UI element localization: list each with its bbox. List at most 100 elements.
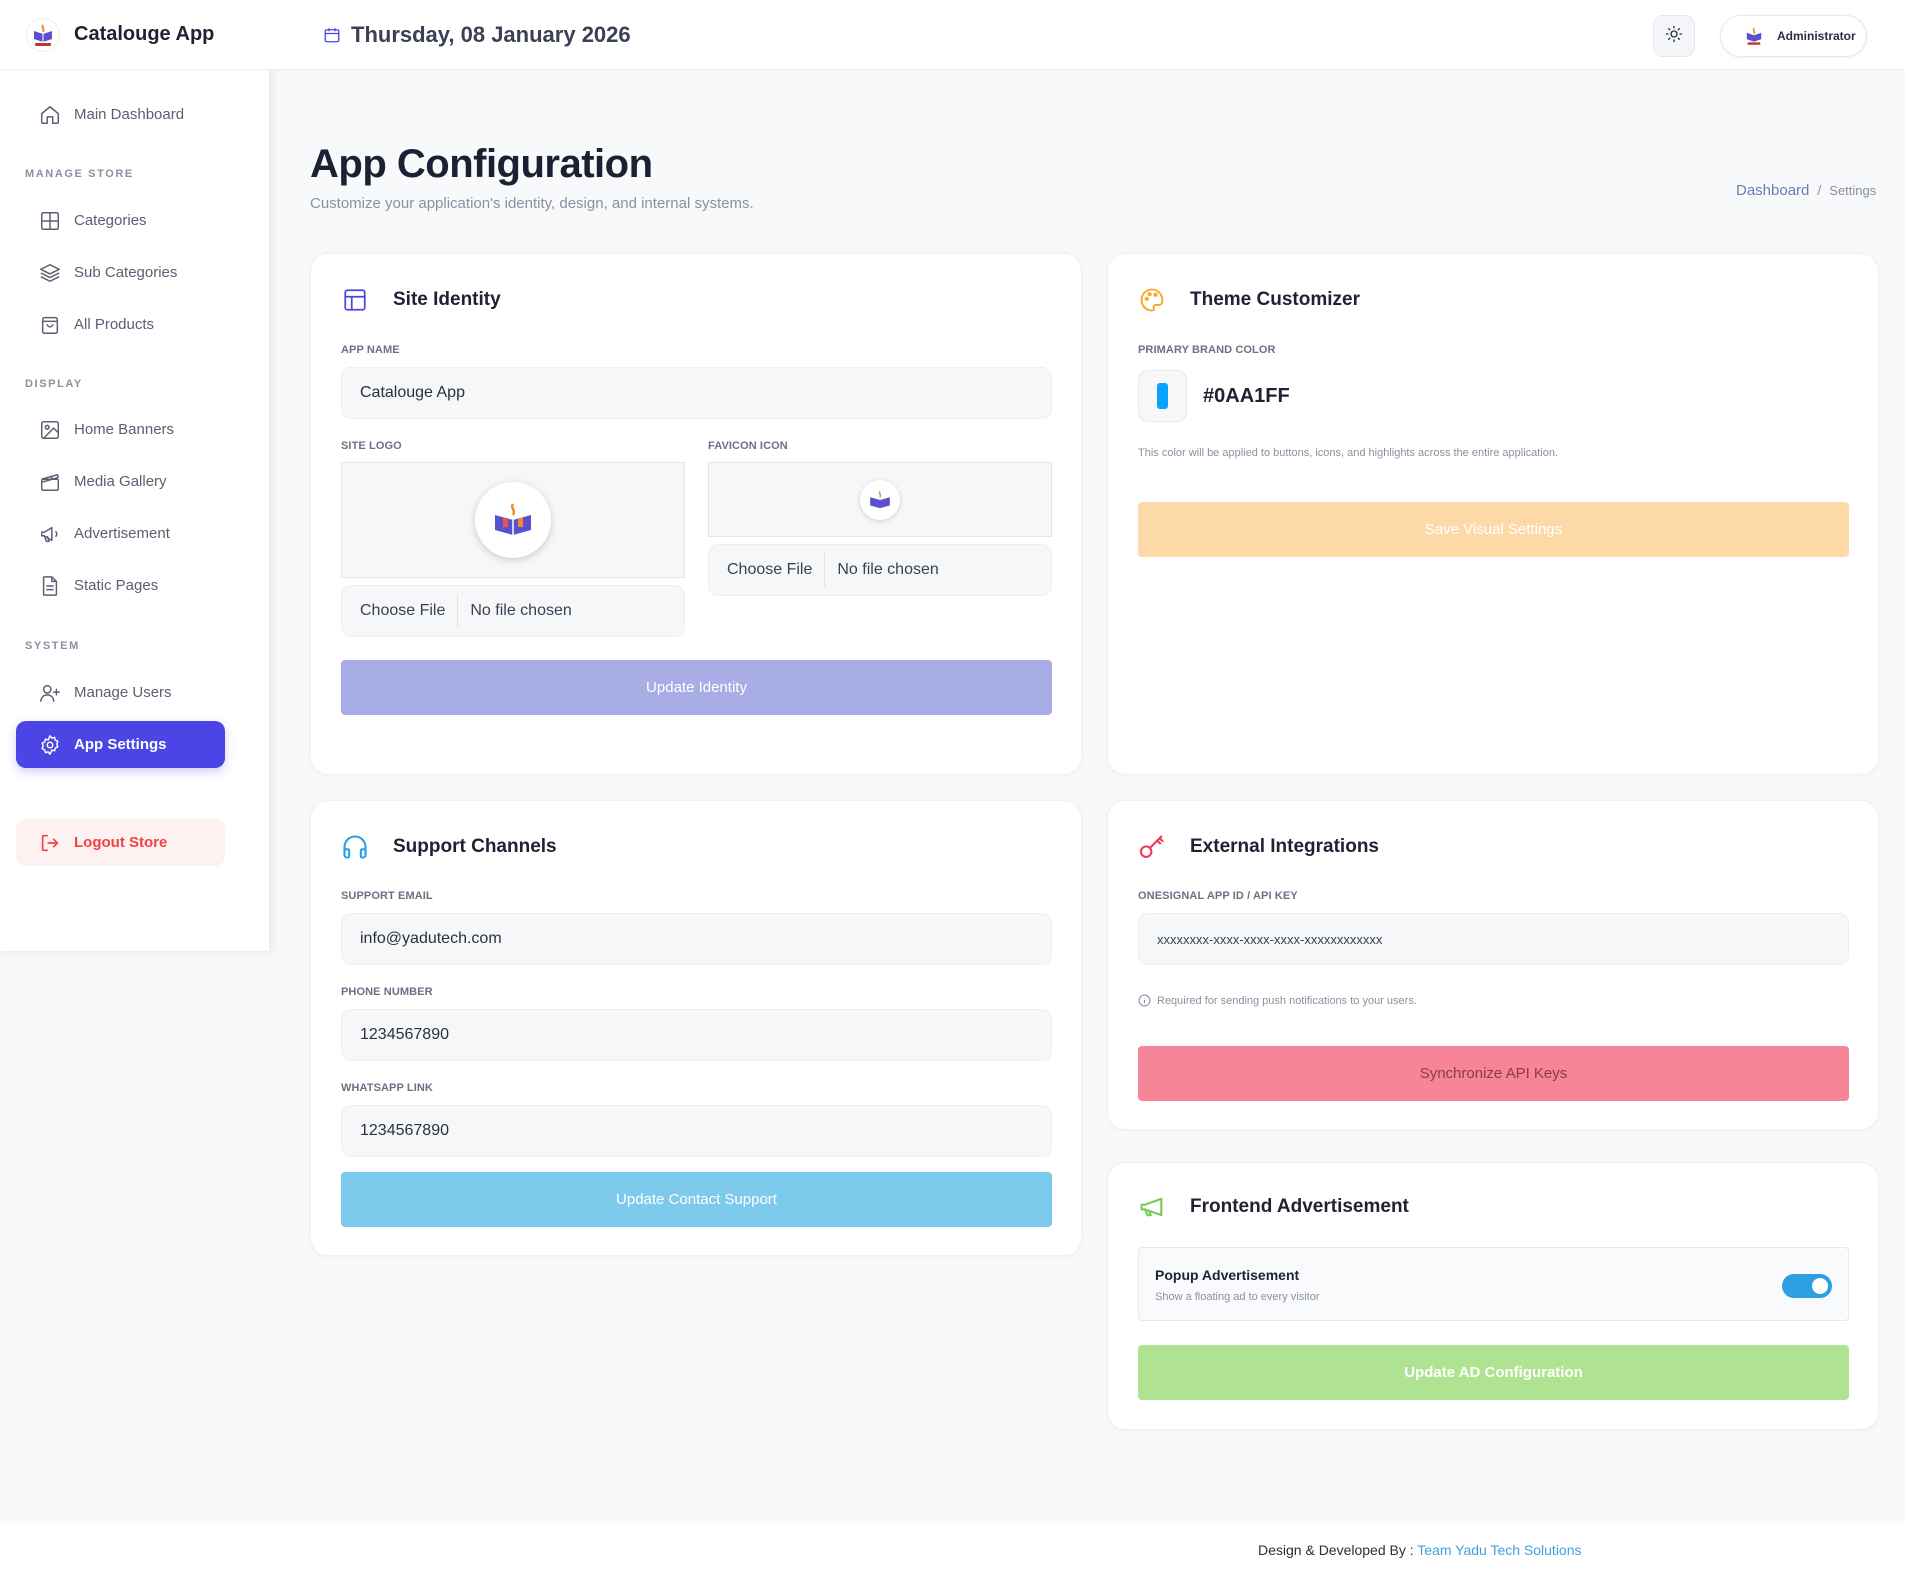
brand-name: Catalouge App [74, 23, 215, 45]
sidebar-item-label: Manage Users [74, 684, 172, 701]
card-header: Site Identity [341, 286, 501, 314]
save-visual-settings-button[interactable]: Save Visual Settings [1138, 502, 1849, 557]
favicon-file-input[interactable]: Choose File No file chosen [708, 544, 1052, 596]
card-header: Support Channels [341, 833, 557, 861]
calendar-icon [323, 26, 341, 44]
color-hex-value: #0AA1FF [1203, 385, 1290, 407]
color-picker[interactable] [1138, 370, 1187, 422]
sidebar: Catalouge App Main Dashboard MANAGE STOR… [0, 0, 269, 951]
sidebar-item-label: Home Banners [74, 421, 175, 438]
sidebar-item-home-banners[interactable]: Home Banners [16, 406, 225, 453]
card-title: External Integrations [1190, 836, 1379, 857]
site-logo-image [475, 482, 551, 558]
popup-advertisement-row: Popup Advertisement Show a floating ad t… [1138, 1247, 1849, 1321]
theme-customizer-card: Theme Customizer PRIMARY BRAND COLOR #0A… [1107, 253, 1879, 775]
page-subtitle: Customize your application's identity, d… [310, 195, 754, 212]
breadcrumb: Dashboard / Settings [1736, 182, 1876, 199]
update-contact-support-button[interactable]: Update Contact Support [341, 1172, 1052, 1227]
breadcrumb-separator: / [1817, 182, 1822, 198]
onesignal-key-input[interactable]: xxxxxxxx-xxxx-xxxx-xxxx-xxxxxxxxxxxx [1138, 913, 1849, 965]
synchronize-api-keys-button[interactable]: Synchronize API Keys [1138, 1046, 1849, 1101]
phone-number-label: PHONE NUMBER [341, 986, 433, 998]
document-icon [38, 574, 62, 598]
card-title: Site Identity [393, 289, 501, 310]
sidebar-item-main-dashboard[interactable]: Main Dashboard [16, 91, 225, 138]
sidebar-item-categories[interactable]: Categories [16, 197, 225, 244]
file-status: No file chosen [470, 602, 572, 619]
page-title: App Configuration [310, 142, 653, 186]
brand-color-label: PRIMARY BRAND COLOR [1138, 344, 1276, 356]
layers-icon [38, 261, 62, 285]
gear-icon [38, 733, 62, 757]
sidebar-item-label: Categories [74, 212, 147, 229]
phone-number-input[interactable]: 1234567890 [341, 1009, 1052, 1061]
support-email-input[interactable]: info@yadutech.com [341, 913, 1052, 965]
sidebar-item-app-settings[interactable]: App Settings [16, 721, 225, 768]
sun-icon [1665, 25, 1683, 48]
support-channels-card: Support Channels SUPPORT EMAIL info@yadu… [310, 800, 1082, 1256]
sidebar-item-label: Main Dashboard [74, 106, 185, 123]
section-system: SYSTEM [25, 640, 80, 652]
favicon-label: FAVICON ICON [708, 440, 788, 452]
user-menu[interactable]: Administrator [1720, 15, 1867, 57]
footer-link[interactable]: Team Yadu Tech Solutions [1417, 1542, 1581, 1558]
sidebar-item-sub-categories[interactable]: Sub Categories [16, 249, 225, 296]
current-date: Thursday, 08 January 2026 [323, 22, 631, 48]
card-title: Frontend Advertisement [1190, 1196, 1409, 1217]
card-header: External Integrations [1138, 833, 1379, 861]
integration-note: Required for sending push notifications … [1138, 994, 1417, 1007]
site-logo-file-input[interactable]: Choose File No file chosen [341, 585, 685, 637]
sidebar-item-manage-users[interactable]: Manage Users [16, 669, 225, 716]
card-title: Support Channels [393, 836, 557, 857]
footer: Design & Developed By : Team Yadu Tech S… [0, 1524, 1905, 1578]
sidebar-item-label: Sub Categories [74, 264, 178, 281]
whatsapp-link-input[interactable]: 1234567890 [341, 1105, 1052, 1157]
color-swatch [1157, 383, 1168, 409]
logout-icon [38, 831, 62, 855]
file-status: No file chosen [837, 561, 939, 578]
key-icon [1138, 833, 1166, 861]
update-ad-configuration-button[interactable]: Update AD Configuration [1138, 1345, 1849, 1400]
info-icon [1138, 994, 1151, 1007]
sidebar-item-media-gallery[interactable]: Media Gallery [16, 458, 225, 505]
sidebar-item-static-pages[interactable]: Static Pages [16, 562, 225, 609]
footer-credit: Design & Developed By : Team Yadu Tech S… [1258, 1542, 1582, 1558]
card-title: Theme Customizer [1190, 289, 1360, 310]
popup-advertisement-title: Popup Advertisement [1155, 1267, 1300, 1283]
card-header: Frontend Advertisement [1138, 1193, 1409, 1221]
sidebar-item-advertisement[interactable]: Advertisement [16, 510, 225, 557]
logout-button[interactable]: Logout Store [16, 819, 225, 866]
card-header: Theme Customizer [1138, 286, 1360, 314]
breadcrumb-dashboard[interactable]: Dashboard [1736, 182, 1809, 199]
clapperboard-icon [38, 470, 62, 494]
favicon-image [860, 479, 900, 520]
megaphone-icon [1138, 1193, 1166, 1221]
favicon-preview [708, 462, 1052, 537]
theme-toggle-button[interactable] [1653, 15, 1695, 57]
user-name: Administrator [1777, 29, 1856, 43]
integration-note-text: Required for sending push notifications … [1157, 994, 1417, 1007]
brand[interactable]: Catalouge App [0, 0, 269, 70]
section-manage-store: MANAGE STORE [25, 168, 134, 180]
site-identity-card: Site Identity APP NAME Catalouge App SIT… [310, 253, 1082, 775]
date-text: Thursday, 08 January 2026 [351, 22, 631, 47]
top-header: Thursday, 08 January 2026 Administrator [269, 0, 1905, 70]
sidebar-item-label: App Settings [74, 736, 167, 753]
onesignal-key-label: ONESIGNAL APP ID / API KEY [1138, 890, 1298, 902]
choose-file-button[interactable]: Choose File [342, 594, 459, 628]
footer-prefix: Design & Developed By : [1258, 1542, 1414, 1558]
user-plus-icon [38, 681, 62, 705]
app-name-input[interactable]: Catalouge App [341, 367, 1052, 419]
megaphone-icon [38, 522, 62, 546]
popup-advertisement-toggle[interactable] [1782, 1274, 1832, 1298]
update-identity-button[interactable]: Update Identity [341, 660, 1052, 715]
grid-icon [38, 209, 62, 233]
sidebar-item-label: All Products [74, 316, 155, 333]
external-integrations-card: External Integrations ONESIGNAL APP ID /… [1107, 800, 1879, 1130]
choose-file-button[interactable]: Choose File [709, 553, 826, 587]
brand-logo [26, 17, 60, 52]
theme-note: This color will be applied to buttons, i… [1138, 447, 1559, 459]
sidebar-item-all-products[interactable]: All Products [16, 301, 225, 348]
site-logo-preview [341, 462, 685, 578]
support-email-label: SUPPORT EMAIL [341, 890, 433, 902]
